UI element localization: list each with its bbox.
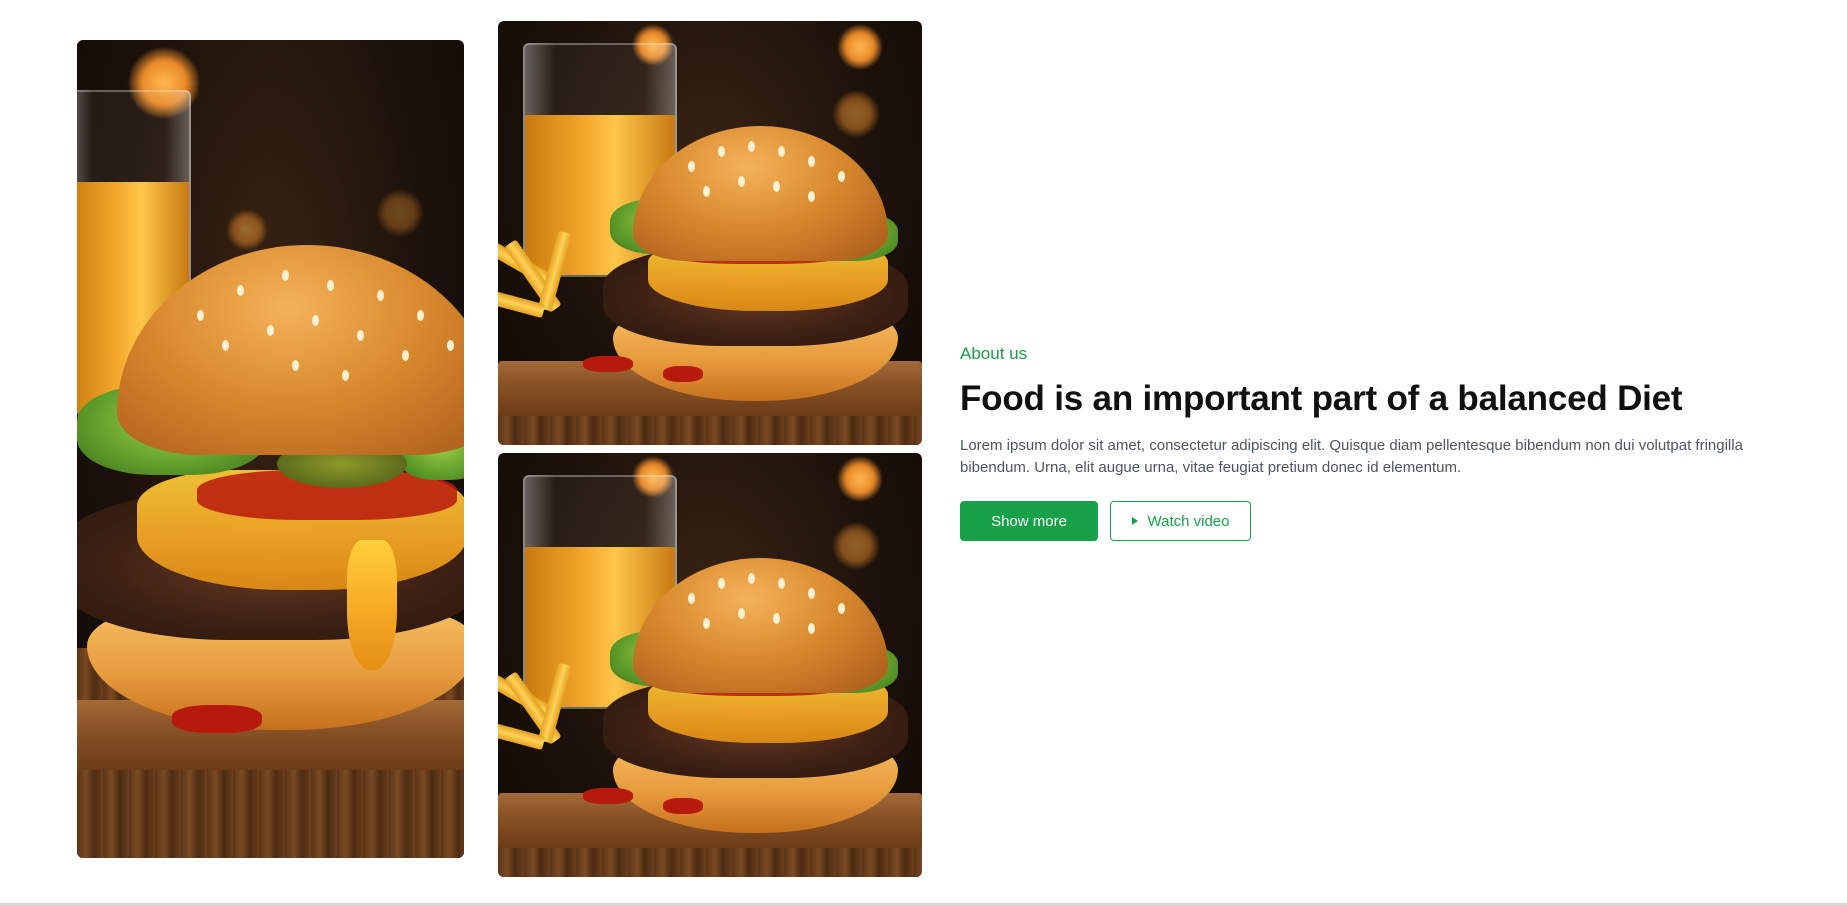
burger-image-large	[77, 40, 464, 858]
play-icon	[1131, 517, 1138, 525]
watch-video-button[interactable]: Watch video	[1110, 501, 1251, 541]
about-section: About us Food is an important part of a …	[0, 0, 1847, 905]
about-content: About us Food is an important part of a …	[960, 341, 1780, 541]
section-title: Food is an important part of a balanced …	[960, 379, 1683, 418]
burger-image-bottom	[498, 453, 922, 877]
burger-image-top	[498, 21, 922, 445]
show-more-button[interactable]: Show more	[960, 501, 1098, 541]
section-description: Lorem ipsum dolor sit amet, consectetur …	[960, 437, 1743, 476]
watch-video-label: Watch video	[1147, 512, 1230, 530]
section-eyebrow: About us	[960, 344, 1028, 363]
action-buttons: Show more Watch video	[960, 501, 1780, 541]
